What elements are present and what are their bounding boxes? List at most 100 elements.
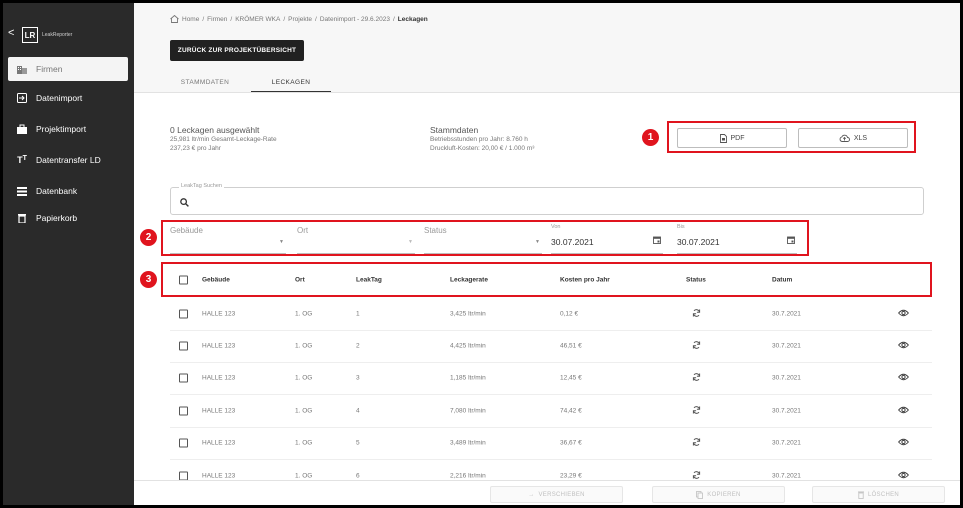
- breadcrumb-item-company[interactable]: KRÖMER WKA: [235, 16, 280, 23]
- ort-label: Ort: [297, 226, 309, 235]
- column-header-leaktag[interactable]: LeakTag: [356, 277, 382, 284]
- column-header-ort[interactable]: Ort: [295, 277, 305, 284]
- sidebar-item-label: Projektimport: [36, 124, 87, 134]
- move-button[interactable]: → VERSCHIEBEN: [490, 486, 623, 503]
- sidebar-item-label: Datenimport: [36, 93, 83, 103]
- sidebar-item-datenbank[interactable]: Datenbank: [8, 179, 128, 203]
- row-checkbox[interactable]: [179, 373, 188, 383]
- select-all-checkbox[interactable]: [179, 275, 188, 285]
- export-pdf-button[interactable]: PDF: [677, 128, 787, 148]
- column-header-kosten[interactable]: Kosten pro Jahr: [560, 277, 610, 284]
- back-to-projects-button[interactable]: ZURÜCK ZUR PROJEKTÜBERSICHT: [170, 40, 304, 61]
- ort-select[interactable]: Ort ▼: [297, 224, 415, 254]
- sidebar-item-label: Datentransfer LD: [36, 155, 101, 165]
- gebaeude-label: Gebäude: [170, 226, 203, 235]
- date-to-label: Bis: [677, 224, 685, 230]
- calendar-icon[interactable]: [787, 236, 795, 244]
- export-xls-button[interactable]: XLS: [798, 128, 908, 148]
- column-header-leckagerate[interactable]: Leckagerate: [450, 277, 488, 284]
- cell-leaktag: 4: [356, 407, 360, 415]
- cell-leckagerate: 4,425 ltr/min: [450, 342, 486, 350]
- date-from-field[interactable]: Von 30.07.2021: [551, 224, 663, 254]
- sync-status-icon: [692, 406, 701, 417]
- cell-gebaeude: HALLE 123: [202, 374, 236, 382]
- status-select[interactable]: Status ▼: [424, 224, 542, 254]
- sidebar-item-firmen[interactable]: Firmen: [8, 57, 128, 81]
- date-from-value: 30.07.2021: [551, 237, 594, 247]
- text-transfer-icon: TT: [17, 155, 27, 165]
- operating-hours: Betriebsstunden pro Jahr: 8.760 h: [430, 136, 528, 143]
- total-cost: 237,23 € pro Jahr: [170, 145, 221, 152]
- breadcrumb-item-firmen[interactable]: Firmen: [207, 16, 227, 23]
- cell-gebaeude: HALLE 123: [202, 439, 236, 447]
- cell-leckagerate: 3,425 ltr/min: [450, 310, 486, 318]
- cell-datum: 30.7.2021: [772, 310, 801, 318]
- tab-leckagen[interactable]: LECKAGEN: [251, 73, 331, 92]
- compressed-air-cost: Druckluft-Kosten: 20,00 € / 1.000 m³: [430, 145, 535, 152]
- sidebar-item-label: Papierkorb: [36, 213, 78, 223]
- cell-kosten: 74,42 €: [560, 407, 582, 415]
- date-to-field[interactable]: Bis 30.07.2021: [677, 224, 797, 254]
- breadcrumb: Home / Firmen / KRÖMER WKA / Projekte / …: [170, 15, 428, 23]
- cell-datum: 30.7.2021: [772, 472, 801, 480]
- building-icon: [8, 65, 36, 74]
- leaktag-search-input[interactable]: LeakTag Suchen: [170, 183, 924, 215]
- cell-gebaeude: HALLE 123: [202, 407, 236, 415]
- breadcrumb-item-current: Leckagen: [397, 15, 428, 23]
- cell-kosten: 36,67 €: [560, 439, 582, 447]
- view-eye-icon[interactable]: [897, 438, 910, 448]
- cell-gebaeude: HALLE 123: [202, 472, 236, 480]
- cloud-upload-icon: [839, 134, 850, 142]
- row-checkbox[interactable]: [179, 438, 188, 448]
- tab-stammdaten[interactable]: STAMMDATEN: [174, 73, 236, 92]
- selected-count: 0 Leckagen ausgewählt: [170, 125, 260, 135]
- view-eye-icon[interactable]: [897, 341, 910, 351]
- delete-button[interactable]: LÖSCHEN: [812, 486, 945, 503]
- calendar-icon[interactable]: [653, 236, 661, 244]
- breadcrumb-item-datenimport[interactable]: Datenimport - 29.6.2023: [320, 16, 390, 23]
- annotation-badge-2: 2: [140, 229, 157, 246]
- table-row[interactable]: HALLE 123 1. OG 4 7,080 ltr/min 74,42 € 30.7.…: [170, 395, 932, 428]
- breadcrumb-item-projekte[interactable]: Projekte: [288, 16, 312, 23]
- table-row[interactable]: HALLE 123 1. OG 3 1,185 ltr/min 12,45 € 30.7.…: [170, 362, 932, 395]
- cell-datum: 30.7.2021: [772, 439, 801, 447]
- sidebar-item-label: Firmen: [36, 64, 63, 74]
- table-row[interactable]: HALLE 123 1. OG 5 3,489 ltr/min 36,67 € 30.7.…: [170, 427, 932, 460]
- chevron-down-icon: ▼: [279, 239, 284, 245]
- row-checkbox[interactable]: [179, 406, 188, 416]
- cell-datum: 30.7.2021: [772, 342, 801, 350]
- sync-status-icon: [692, 373, 701, 384]
- column-header-gebaeude[interactable]: Gebäude: [202, 277, 230, 284]
- view-eye-icon[interactable]: [897, 373, 910, 383]
- export-pdf-label: PDF: [730, 134, 745, 142]
- trash-icon: [857, 491, 864, 499]
- sidebar-item-datenimport[interactable]: Datenimport: [8, 86, 128, 110]
- status-label: Status: [424, 226, 447, 235]
- date-from-label: Von: [551, 224, 561, 230]
- collapse-sidebar-icon[interactable]: <: [8, 27, 14, 39]
- cell-leaktag: 6: [356, 472, 360, 480]
- table-row[interactable]: HALLE 123 1. OG 1 3,425 ltr/min 0,12 € 30.7.2…: [170, 298, 932, 331]
- breadcrumb-item-home[interactable]: Home: [182, 16, 199, 23]
- copy-button[interactable]: KOPIEREN: [652, 486, 785, 503]
- cell-kosten: 0,12 €: [560, 310, 579, 318]
- column-header-status[interactable]: Status: [686, 277, 706, 284]
- view-eye-icon[interactable]: [897, 309, 910, 319]
- cell-leaktag: 5: [356, 439, 360, 447]
- sidebar-item-datentransfer[interactable]: TT Datentransfer LD: [8, 148, 128, 172]
- move-label: VERSCHIEBEN: [538, 491, 585, 498]
- table-row[interactable]: HALLE 123 1. OG 2 4,425 ltr/min 46,51 € 30.7.…: [170, 330, 932, 363]
- sidebar-item-projektimport[interactable]: Projektimport: [8, 117, 128, 141]
- home-icon[interactable]: [170, 15, 179, 23]
- sidebar-item-papierkorb[interactable]: Papierkorb: [8, 206, 128, 230]
- column-header-datum[interactable]: Datum: [772, 277, 792, 284]
- cell-leckagerate: 7,080 ltr/min: [450, 407, 486, 415]
- cell-ort: 1. OG: [295, 342, 313, 350]
- row-checkbox[interactable]: [179, 309, 188, 319]
- view-eye-icon[interactable]: [897, 406, 910, 416]
- gebaeude-select[interactable]: Gebäude ▼: [170, 224, 286, 254]
- cell-leckagerate: 2,216 ltr/min: [450, 472, 486, 480]
- trash-icon: [8, 213, 36, 223]
- cell-datum: 30.7.2021: [772, 407, 801, 415]
- row-checkbox[interactable]: [179, 341, 188, 351]
